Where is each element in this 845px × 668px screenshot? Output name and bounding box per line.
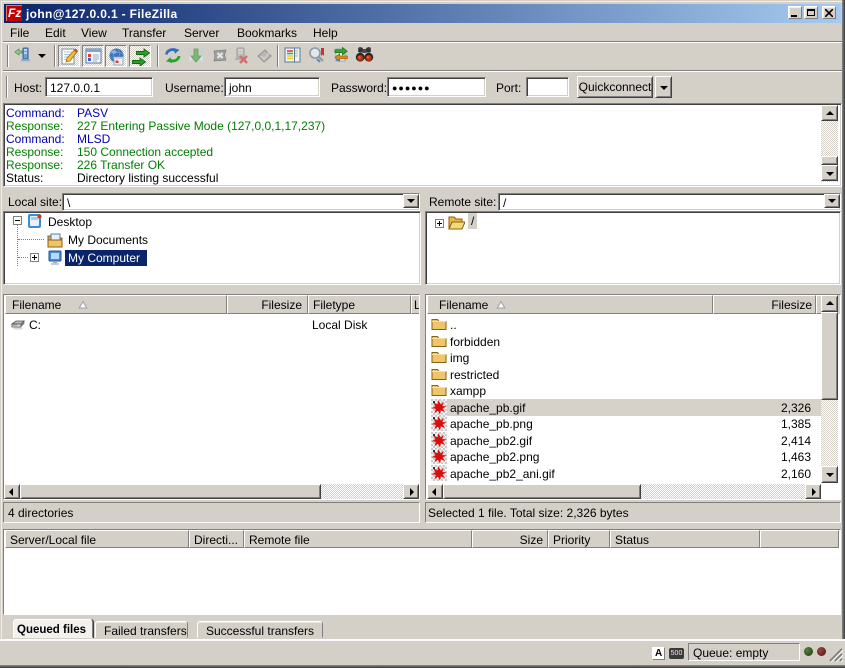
svg-text:Fz: Fz — [8, 6, 21, 20]
